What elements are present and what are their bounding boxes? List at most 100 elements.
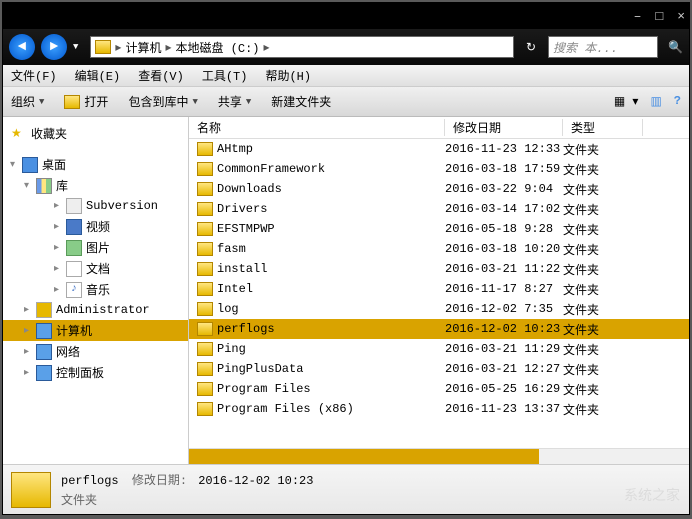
- chevron-down-icon: ▼: [246, 97, 251, 107]
- horizontal-scrollbar[interactable]: [189, 448, 689, 464]
- menu-edit[interactable]: 编辑(E): [75, 67, 121, 84]
- menu-bar: 文件(F) 编辑(E) 查看(V) 工具(T) 帮助(H): [3, 65, 689, 87]
- expand-icon[interactable]: ▸: [21, 304, 32, 316]
- sidebar-control-panel[interactable]: ▸ 控制面板: [3, 362, 188, 383]
- file-row[interactable]: EFSTMPWP2016-05-18 9:28文件夹: [189, 219, 689, 239]
- folder-icon: [197, 342, 213, 356]
- back-button[interactable]: ◄: [9, 34, 35, 60]
- sidebar-item[interactable]: ▸Subversion: [3, 196, 188, 216]
- help-icon[interactable]: ?: [674, 94, 681, 109]
- file-row[interactable]: Ping2016-03-21 11:29文件夹: [189, 339, 689, 359]
- file-type: 文件夹: [563, 301, 643, 318]
- file-date: 2016-05-18 9:28: [445, 222, 563, 236]
- menu-tools[interactable]: 工具(T): [202, 67, 248, 84]
- file-date: 2016-03-18 10:20: [445, 242, 563, 256]
- column-type[interactable]: 类型: [563, 119, 643, 136]
- maximize-button[interactable]: □: [655, 9, 663, 24]
- expand-icon[interactable]: ▸: [21, 325, 32, 337]
- file-name: Program Files: [217, 382, 311, 396]
- file-date: 2016-11-23 12:33: [445, 142, 563, 156]
- collapse-icon[interactable]: ▾: [7, 159, 18, 171]
- sidebar-libraries[interactable]: ▾ 库: [3, 175, 188, 196]
- breadcrumb-drive-c[interactable]: 本地磁盘 (C:): [175, 39, 259, 56]
- expand-icon[interactable]: ▸: [51, 242, 62, 254]
- column-date[interactable]: 修改日期: [445, 119, 563, 136]
- forward-button[interactable]: ►: [41, 34, 67, 60]
- sidebar-item[interactable]: ▸文档: [3, 258, 188, 279]
- item-icon: [66, 261, 82, 277]
- expand-icon[interactable]: ▸: [51, 200, 62, 212]
- file-row[interactable]: install2016-03-21 11:22文件夹: [189, 259, 689, 279]
- file-row[interactable]: log2016-12-02 7:35文件夹: [189, 299, 689, 319]
- sidebar-network[interactable]: ▸ 网络: [3, 341, 188, 362]
- file-row[interactable]: Intel2016-11-17 8:27文件夹: [189, 279, 689, 299]
- new-folder-button[interactable]: 新建文件夹: [271, 93, 331, 110]
- expand-icon[interactable]: ▸: [21, 367, 32, 379]
- modified-label: 修改日期:: [132, 474, 187, 488]
- file-type: 文件夹: [563, 321, 643, 338]
- address-bar[interactable]: ▸ 计算机 ▸ 本地磁盘 (C:) ▸: [90, 36, 514, 58]
- folder-open-icon: [64, 95, 80, 109]
- open-button[interactable]: 打开: [64, 93, 108, 110]
- expand-icon[interactable]: ▸: [51, 221, 62, 233]
- file-name: log: [217, 302, 239, 316]
- file-row[interactable]: PingPlusData2016-03-21 12:27文件夹: [189, 359, 689, 379]
- sidebar-favorites[interactable]: ★ 收藏夹: [3, 123, 188, 144]
- separator-icon: ▸: [115, 40, 121, 55]
- folder-icon: [197, 242, 213, 256]
- history-dropdown-icon[interactable]: ▼: [73, 42, 78, 52]
- organize-button[interactable]: 组织▼: [11, 93, 44, 110]
- search-input[interactable]: 搜索 本...: [548, 36, 658, 58]
- sidebar-item[interactable]: ▸图片: [3, 237, 188, 258]
- file-row[interactable]: fasm2016-03-18 10:20文件夹: [189, 239, 689, 259]
- scrollbar-thumb[interactable]: [189, 449, 539, 464]
- close-button[interactable]: ×: [677, 9, 685, 24]
- file-type: 文件夹: [563, 361, 643, 378]
- view-options-icon[interactable]: ▦ ▾: [614, 94, 639, 109]
- folder-icon: [197, 282, 213, 296]
- sidebar-administrator[interactable]: ▸ Administrator: [3, 300, 188, 320]
- folder-icon: [197, 222, 213, 236]
- file-type: 文件夹: [563, 341, 643, 358]
- search-icon[interactable]: 🔍: [668, 40, 683, 55]
- expand-icon[interactable]: ▸: [51, 263, 62, 275]
- sidebar-computer[interactable]: ▸ 计算机: [3, 320, 188, 341]
- preview-pane-icon[interactable]: ▥: [650, 94, 661, 109]
- file-type: 文件夹: [563, 241, 643, 258]
- file-row[interactable]: Program Files2016-05-25 16:29文件夹: [189, 379, 689, 399]
- minimize-button[interactable]: –: [634, 9, 642, 24]
- file-row[interactable]: CommonFramework2016-03-18 17:59文件夹: [189, 159, 689, 179]
- expand-icon[interactable]: ▸: [51, 284, 62, 296]
- file-row[interactable]: AHtmp2016-11-23 12:33文件夹: [189, 139, 689, 159]
- item-icon: [66, 219, 82, 235]
- sidebar-item[interactable]: ▸♪音乐: [3, 279, 188, 300]
- file-row[interactable]: Program Files (x86)2016-11-23 13:37文件夹: [189, 399, 689, 419]
- file-row[interactable]: Drivers2016-03-14 17:02文件夹: [189, 199, 689, 219]
- file-type: 文件夹: [563, 261, 643, 278]
- file-date: 2016-12-02 10:23: [445, 322, 563, 336]
- share-button[interactable]: 共享▼: [218, 93, 251, 110]
- selected-name: perflogs: [61, 474, 119, 488]
- expand-icon[interactable]: ▸: [21, 346, 32, 358]
- column-name[interactable]: 名称: [189, 119, 445, 136]
- file-name: EFSTMPWP: [217, 222, 275, 236]
- file-date: 2016-03-14 17:02: [445, 202, 563, 216]
- file-type: 文件夹: [563, 401, 643, 418]
- file-row[interactable]: Downloads2016-03-22 9:04文件夹: [189, 179, 689, 199]
- menu-help[interactable]: 帮助(H): [265, 67, 311, 84]
- file-row[interactable]: perflogs2016-12-02 10:23文件夹: [189, 319, 689, 339]
- sidebar-item[interactable]: ▸视频: [3, 216, 188, 237]
- modified-date: 2016-12-02 10:23: [198, 474, 313, 488]
- breadcrumb-computer[interactable]: 计算机: [125, 39, 161, 56]
- item-icon: ♪: [66, 282, 82, 298]
- sidebar-desktop[interactable]: ▾ 桌面: [3, 154, 188, 175]
- collapse-icon[interactable]: ▾: [21, 180, 32, 192]
- star-icon: ★: [11, 126, 27, 142]
- menu-file[interactable]: 文件(F): [11, 67, 57, 84]
- file-name: Intel: [217, 282, 253, 296]
- folder-icon: [197, 262, 213, 276]
- menu-view[interactable]: 查看(V): [138, 67, 184, 84]
- include-in-library-button[interactable]: 包含到库中▼: [128, 93, 197, 110]
- refresh-icon[interactable]: ↻: [526, 40, 536, 55]
- file-name: install: [217, 262, 267, 276]
